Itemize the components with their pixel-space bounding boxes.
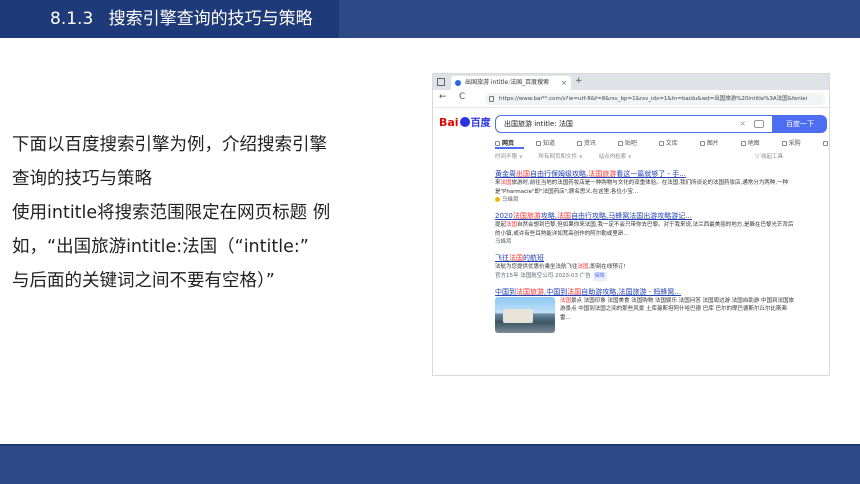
tab-map[interactable]: 地图 xyxy=(740,138,770,147)
search-query: 出国旅游 intitle: 法国 xyxy=(504,120,573,128)
body-line: 查询的技巧与策略 xyxy=(12,169,152,189)
result-source[interactable]: 官方15年 法国航空公司 2023-03 广告 保障 xyxy=(495,271,795,281)
web-icon xyxy=(495,141,500,146)
browser-tabbar: 出国旅游 intitle:法国_百度搜索 × + xyxy=(433,74,829,90)
result-title[interactable]: 中国到法国旅游,中国到法国自助游攻略,法国旅游 - 蚂蜂窝... xyxy=(495,287,795,297)
zhidao-icon xyxy=(535,141,541,146)
result-source[interactable]: 马蜂窝 xyxy=(495,196,795,205)
filter-filetype[interactable]: 所有网页和文件 ∨ xyxy=(539,154,583,160)
section-number: 8.1.3 xyxy=(50,9,94,29)
result-with-image: 法国景点 法国印象 法国美食 法国购物 法国娱乐 法国问答 法国周边游 法国自助… xyxy=(495,296,795,333)
address-bar-row: ← C https://www.bai**.com/s?ie=utf-8&f=8… xyxy=(433,90,829,108)
result-item: 黄金周出国自由行保姆级攻略,法国旅游看这一篇就够了 - 手... 来法国旅游时,… xyxy=(495,169,795,205)
video-icon xyxy=(822,141,828,146)
search-button[interactable]: 百度一下 xyxy=(773,115,827,133)
cart-icon xyxy=(781,141,787,146)
body-line: 使用intitle将搜索范围限定在网页标题 例 xyxy=(12,203,331,223)
browser-screenshot: 出国旅游 intitle:法国_百度搜索 × + ← C https://www… xyxy=(432,73,830,376)
tab-images[interactable]: 图片 xyxy=(699,138,729,147)
filter-site[interactable]: 站点内检索 ∨ xyxy=(599,154,632,160)
result-title[interactable]: 飞往法国的航班 xyxy=(495,253,795,263)
wenku-icon xyxy=(658,141,664,146)
back-icon[interactable]: ← xyxy=(439,92,447,102)
search-tabs: 网页 知道 资讯 贴吧 文库 图片 地图 采购 视频 更多 xyxy=(433,138,829,152)
result-title[interactable]: 2020法国旅游攻略,法国自由行攻略,马蜂窝法国出游攻略游记... xyxy=(495,211,795,221)
tab-zhidao[interactable]: 知道 xyxy=(535,138,565,147)
search-row: Bai 百度 出国旅游 intitle: 法国 × 百度一下 xyxy=(433,108,829,138)
lock-icon xyxy=(489,96,494,102)
result-desc: 法航为您提供优惠价乘坐法航飞往法国,即刻在线预订! xyxy=(495,264,626,270)
refresh-icon[interactable]: C xyxy=(459,92,465,102)
collapse-tools[interactable]: ▽ 收起工具 xyxy=(755,152,783,160)
filter-time[interactable]: 时间不限 ∨ xyxy=(495,154,523,160)
tab-title: 出国旅游 intitle:法国_百度搜索 xyxy=(465,79,550,86)
image-icon xyxy=(699,141,705,146)
tab-video[interactable]: 视频 xyxy=(822,138,830,147)
body-line: 与后面的关键词之间不要有空格）” xyxy=(12,271,275,291)
news-icon xyxy=(576,141,582,146)
result-desc: 法国景点 法国印象 法国美食 法国购物 法国娱乐 法国问答 法国周边游 法国自助… xyxy=(560,297,795,321)
source-icon xyxy=(495,197,500,202)
camera-icon[interactable] xyxy=(754,120,764,128)
result-item: 中国到法国旅游,中国到法国自助游攻略,法国旅游 - 蚂蜂窝... 法国景点 法国… xyxy=(495,287,795,333)
url-input[interactable]: https://www.bai**.com/s?ie=utf-8&f=8&rsv… xyxy=(485,93,825,105)
result-item: 2020法国旅游攻略,法国自由行攻略,马蜂窝法国出游攻略游记... 提起法国自然… xyxy=(495,211,795,247)
browser-tab[interactable]: 出国旅游 intitle:法国_百度搜索 × xyxy=(451,76,571,90)
footer-bar xyxy=(0,446,860,484)
url-text: https://www.bai**.com/s?ie=utf-8&f=8&rsv… xyxy=(499,96,808,102)
baidu-logo[interactable]: Bai 百度 xyxy=(439,114,491,129)
map-icon xyxy=(740,141,746,146)
tab-close-icon[interactable]: × xyxy=(561,76,567,90)
search-results: 黄金周出国自由行保姆级攻略,法国旅游看这一篇就够了 - 手... 来法国旅游时,… xyxy=(495,169,795,339)
slide-title: 8.1.3 搜索引擎查询的技巧与策略 xyxy=(0,0,339,38)
result-thumbnail[interactable] xyxy=(495,296,555,333)
tab-web[interactable]: 网页 xyxy=(495,138,525,149)
baidu-favicon-icon xyxy=(455,80,461,86)
clear-icon[interactable]: × xyxy=(739,116,746,132)
body-text: 下面以百度搜索引擎为例，介绍搜索引擎 查询的技巧与策略 使用intitle将搜索… xyxy=(12,128,422,298)
search-filters: 时间不限 ∨ 所有网页和文件 ∨ 站点内检索 ∨ ▽ 收起工具 xyxy=(433,152,829,163)
result-desc: 提起法国自然会想到巴黎,但如果你来法国,我一定不会只带你去巴黎。对于我来说,法兰… xyxy=(495,222,794,237)
window-icon[interactable] xyxy=(437,78,445,86)
result-desc: 来法国旅游时,前往当地的法国药妆店是一种购物与文化的双重体验。在法国,我们所谈论… xyxy=(495,180,789,195)
new-tab-icon[interactable]: + xyxy=(575,76,583,86)
paw-icon xyxy=(459,117,470,127)
tab-news[interactable]: 资讯 xyxy=(576,138,606,147)
result-title[interactable]: 黄金周出国自由行保姆级攻略,法国旅游看这一篇就够了 - 手... xyxy=(495,169,795,179)
result-item: 飞往法国的航班 法航为您提供优惠价乘坐法航飞往法国,即刻在线预订! 官方15年 … xyxy=(495,253,795,281)
tieba-icon xyxy=(617,141,623,146)
body-line: 如，“出国旅游intitle:法国（“intitle:” xyxy=(12,237,309,257)
tab-tieba[interactable]: 贴吧 xyxy=(617,138,647,147)
result-source[interactable]: 马蜂窝 xyxy=(495,238,795,247)
body-line: 下面以百度搜索引擎为例，介绍搜索引擎 xyxy=(12,135,327,155)
search-input[interactable]: 出国旅游 intitle: 法国 × xyxy=(495,115,773,133)
tab-purchase[interactable]: 采购 xyxy=(781,138,811,147)
section-title: 搜索引擎查询的技巧与策略 xyxy=(108,9,313,29)
verified-badge: 保障 xyxy=(592,271,607,281)
tab-wenku[interactable]: 文库 xyxy=(658,138,688,147)
